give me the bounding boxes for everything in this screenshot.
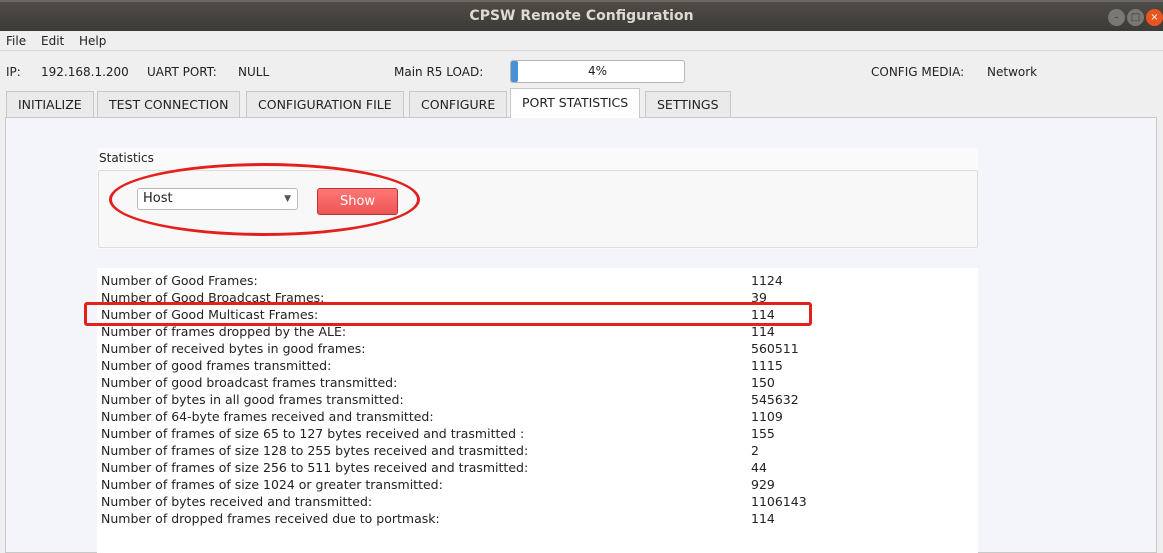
- highlight-ellipse: [109, 163, 420, 236]
- stat-label: Number of frames of size 128 to 255 byte…: [101, 443, 529, 458]
- stat-value: 1106143: [751, 494, 807, 509]
- stat-value: 560511: [751, 341, 799, 356]
- tab-configuration-file[interactable]: CONFIGURATION FILE: [246, 91, 404, 117]
- stat-value: 1115: [751, 358, 783, 373]
- minimize-button[interactable]: –: [1108, 9, 1125, 26]
- window-title: CPSW Remote Configuration: [469, 8, 694, 24]
- stat-value: 929: [751, 477, 775, 492]
- menu-bar: File Edit Help: [0, 31, 1163, 51]
- config-media-value: Network: [987, 65, 1038, 79]
- title-bar: CPSW Remote Configuration – □ ×: [0, 0, 1163, 31]
- stat-value: 150: [751, 375, 775, 390]
- uart-value: NULL: [238, 65, 270, 79]
- stat-value: 44: [751, 460, 767, 475]
- stat-value: 1109: [751, 409, 783, 424]
- tab-port-statistics[interactable]: PORT STATISTICS: [510, 88, 641, 118]
- highlight-box: [84, 302, 812, 326]
- stat-label: Number of dropped frames received due to…: [101, 511, 440, 526]
- stat-label: Number of bytes in all good frames trans…: [101, 392, 404, 407]
- stat-value: 2: [751, 443, 759, 458]
- load-percent: 4%: [587, 64, 608, 78]
- stat-label: Number of frames of size 65 to 127 bytes…: [101, 426, 525, 441]
- config-media-label: CONFIG MEDIA:: [871, 65, 965, 79]
- stat-label: Number of good frames transmitted:: [101, 358, 332, 373]
- menu-file[interactable]: File: [6, 34, 26, 48]
- ip-value: 192.168.1.200: [41, 65, 129, 79]
- menu-help[interactable]: Help: [79, 34, 106, 48]
- close-button[interactable]: ×: [1146, 9, 1163, 26]
- statistics-label: Statistics: [99, 151, 154, 165]
- uart-label: UART PORT:: [147, 65, 217, 79]
- stat-value: 114: [751, 511, 775, 526]
- maximize-button[interactable]: □: [1127, 9, 1144, 26]
- stat-value: 545632: [751, 392, 799, 407]
- tab-initialize[interactable]: INITIALIZE: [6, 91, 94, 117]
- progress-fill: [511, 61, 518, 82]
- tab-test-connection[interactable]: TEST CONNECTION: [97, 91, 241, 117]
- stat-label: Number of frames of size 256 to 511 byte…: [101, 460, 529, 475]
- stat-value: 155: [751, 426, 775, 441]
- stat-label: Number of Good Frames:: [101, 273, 258, 288]
- stat-label: Number of frames of size 1024 or greater…: [101, 477, 443, 492]
- ip-label: IP:: [6, 65, 21, 79]
- stat-value: 114: [751, 324, 775, 339]
- stat-label: Number of bytes received and transmitted…: [101, 494, 373, 509]
- stat-label: Number of 64-byte frames received and tr…: [101, 409, 434, 424]
- menu-edit[interactable]: Edit: [41, 34, 64, 48]
- load-progress-bar: 4%: [510, 60, 685, 83]
- tab-configure[interactable]: CONFIGURE: [409, 91, 508, 117]
- stat-label: Number of frames dropped by the ALE:: [101, 324, 347, 339]
- stat-label: Number of received bytes in good frames:: [101, 341, 366, 356]
- stat-value: 1124: [751, 273, 783, 288]
- load-label: Main R5 LOAD:: [394, 65, 484, 79]
- tab-settings[interactable]: SETTINGS: [645, 91, 731, 117]
- stat-label: Number of good broadcast frames transmit…: [101, 375, 398, 390]
